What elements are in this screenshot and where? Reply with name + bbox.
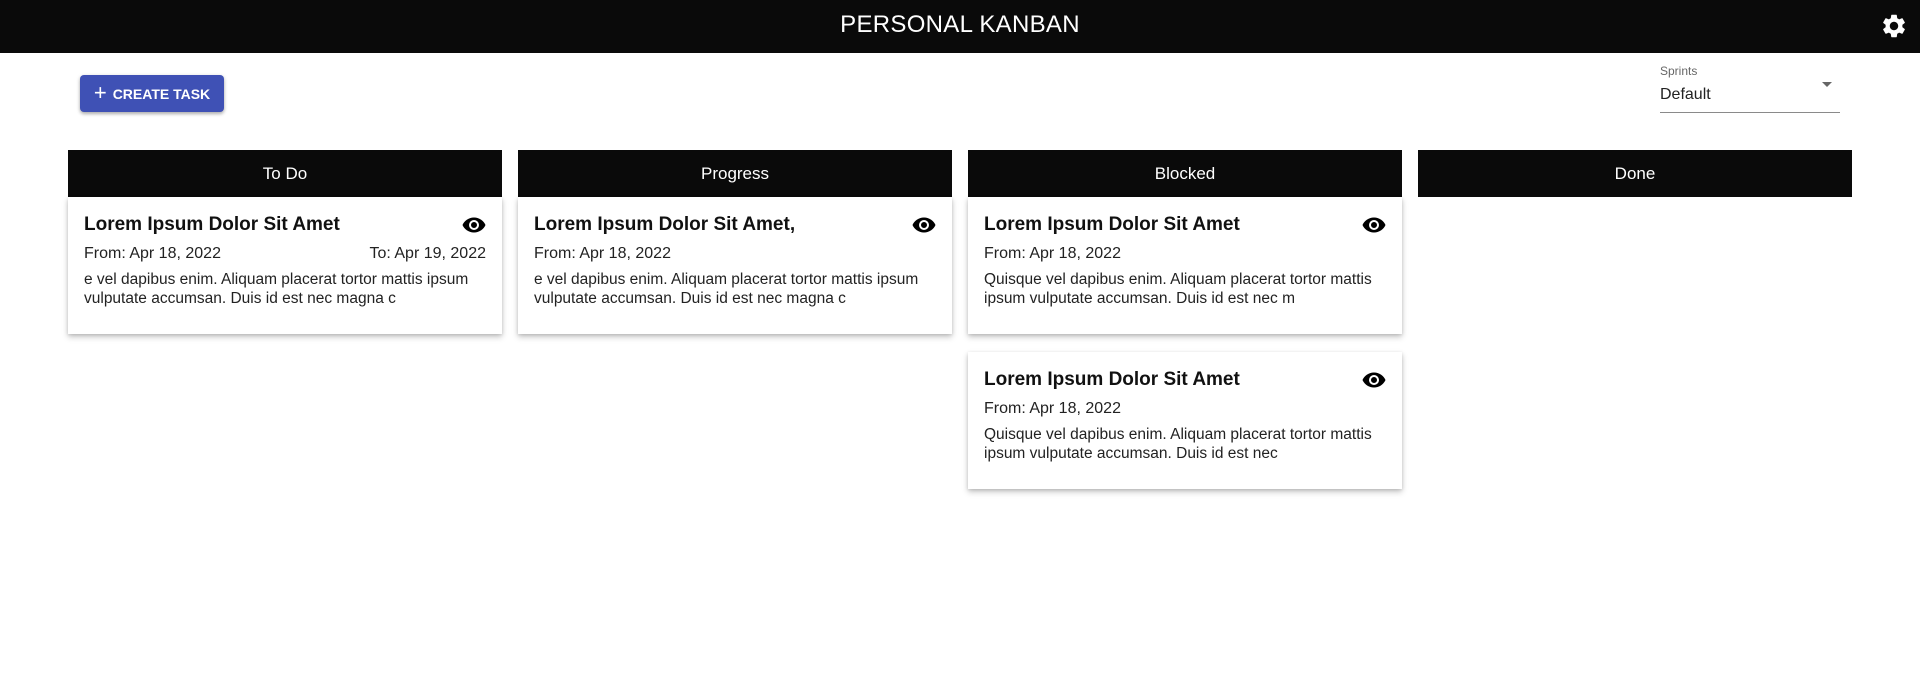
kanban-board: To Do Lorem Ipsum Dolor Sit Amet From: Apr… bbox=[68, 150, 1852, 489]
sprints-value: Default bbox=[1660, 86, 1711, 103]
task-card[interactable]: Lorem Ipsum Dolor Sit Amet From: Apr 18, … bbox=[968, 352, 1402, 489]
task-dates: From: Apr 18, 2022 bbox=[984, 245, 1386, 263]
card-list: Lorem Ipsum Dolor Sit Amet From: Apr 18, … bbox=[68, 197, 502, 334]
task-to-date: To: Apr 19, 2022 bbox=[369, 245, 486, 262]
task-title: Lorem Ipsum Dolor Sit Amet bbox=[84, 214, 340, 235]
eye-icon[interactable] bbox=[1362, 215, 1386, 235]
eye-icon[interactable] bbox=[462, 215, 486, 235]
caret-down-icon bbox=[1822, 82, 1832, 87]
task-description: e vel dapibus enim. Aliquam placerat tor… bbox=[84, 271, 469, 307]
task-from-date: From: Apr 18, 2022 bbox=[84, 245, 221, 262]
gear-icon[interactable] bbox=[1880, 12, 1908, 40]
task-dates: From: Apr 18, 2022 bbox=[534, 245, 936, 263]
create-task-label: CREATE TASK bbox=[112, 85, 211, 102]
card-list: Lorem Ipsum Dolor Sit Amet, From: Apr 18,… bbox=[518, 197, 952, 334]
eye-icon[interactable] bbox=[1362, 370, 1386, 390]
column-header: Blocked bbox=[968, 150, 1402, 197]
plus-icon: + bbox=[93, 79, 107, 105]
column-blocked: Blocked Lorem Ipsum Dolor Sit Amet From: A… bbox=[968, 150, 1402, 489]
task-from-date: From: Apr 18, 2022 bbox=[984, 400, 1121, 417]
sprints-label: Sprints bbox=[1660, 64, 1698, 78]
column-header: Progress bbox=[518, 150, 952, 197]
column-done: Done bbox=[1418, 150, 1852, 489]
task-from-date: From: Apr 18, 2022 bbox=[534, 245, 671, 262]
sprints-select[interactable]: Sprints Default bbox=[1660, 64, 1840, 113]
column-header: Done bbox=[1418, 150, 1852, 197]
eye-icon[interactable] bbox=[912, 215, 936, 235]
column-progress: Progress Lorem Ipsum Dolor Sit Amet, From:… bbox=[518, 150, 952, 489]
app-title: PERSONAL KANBAN bbox=[840, 11, 1080, 38]
column-header: To Do bbox=[68, 150, 502, 197]
column-to-do: To Do Lorem Ipsum Dolor Sit Amet From: Apr… bbox=[68, 150, 502, 489]
task-dates: From: Apr 18, 2022 To: Apr 19, 2022 bbox=[84, 245, 486, 263]
task-title: Lorem Ipsum Dolor Sit Amet, bbox=[534, 214, 796, 235]
task-from-date: From: Apr 18, 2022 bbox=[984, 245, 1121, 262]
task-description: Quisque vel dapibus enim. Aliquam placer… bbox=[984, 426, 1372, 462]
task-title: Lorem Ipsum Dolor Sit Amet bbox=[984, 214, 1240, 235]
task-description: e vel dapibus enim. Aliquam placerat tor… bbox=[534, 271, 919, 307]
task-dates: From: Apr 18, 2022 bbox=[984, 400, 1386, 418]
task-description: Quisque vel dapibus enim. Aliquam placer… bbox=[984, 271, 1372, 307]
create-task-button[interactable]: + CREATE TASK bbox=[80, 75, 224, 112]
task-title: Lorem Ipsum Dolor Sit Amet bbox=[984, 369, 1240, 390]
app-header: PERSONAL KANBAN bbox=[0, 0, 1920, 53]
card-list: Lorem Ipsum Dolor Sit Amet From: Apr 18, … bbox=[968, 197, 1402, 489]
task-card[interactable]: Lorem Ipsum Dolor Sit Amet From: Apr 18, … bbox=[68, 197, 502, 334]
task-card[interactable]: Lorem Ipsum Dolor Sit Amet From: Apr 18, … bbox=[968, 197, 1402, 334]
task-card[interactable]: Lorem Ipsum Dolor Sit Amet, From: Apr 18,… bbox=[518, 197, 952, 334]
